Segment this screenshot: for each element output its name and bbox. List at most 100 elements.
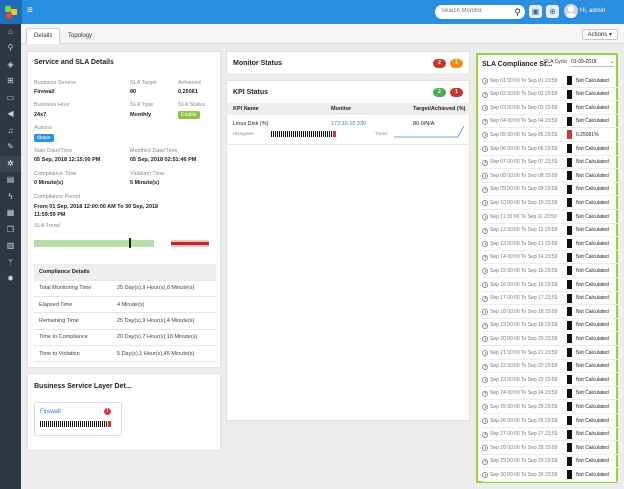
sla-day-status: Not Calculated <box>576 349 609 356</box>
topology-icon[interactable]: ⊞ <box>0 73 21 89</box>
sla-day-row[interactable]: Sep 21 00:00 To Sep 21 23:59 Not Calculat… <box>482 346 618 360</box>
compliance-details-header: Compliance Details <box>34 264 216 281</box>
tools-icon[interactable]: ✎ <box>0 139 21 155</box>
briefcase-icon[interactable]: ▣ <box>529 5 542 18</box>
sla-day-row[interactable]: Sep 27 00:00 To Sep 27 23:59 Not Calculat… <box>482 428 618 442</box>
sla-compliance-panel: SLA Compliance St... SLA Cycle 01-09-201… <box>476 53 618 483</box>
calendar-icon[interactable]: ▦ <box>0 205 21 221</box>
bolt-icon[interactable]: ϟ <box>0 189 21 205</box>
monitor-count-critical[interactable]: 2 <box>433 59 446 68</box>
sla-day-row[interactable]: Sep 05 00:00 To Sep 05 23:59 0.25061% <box>482 128 618 142</box>
clock-icon <box>482 214 488 220</box>
sla-day-row[interactable]: Sep 03 00:00 To Sep 03 23:59 Not Calculat… <box>482 101 618 115</box>
sla-day-row[interactable]: Sep 26 00:00 To Sep 26 23:59 Not Calculat… <box>482 414 618 428</box>
sla-day-row[interactable]: Sep 15 00:00 To Sep 15 23:59 Not Calculat… <box>482 264 618 278</box>
compliance-time-value: 0 Minute(s) <box>34 180 64 186</box>
kpi-status-title: KPI Status <box>233 89 269 96</box>
document-icon[interactable]: ▥ <box>0 238 21 254</box>
bell-icon[interactable]: ♫ <box>0 123 21 139</box>
sla-day-period: Sep 13 00:00 To Sep 13 23:59 <box>490 240 558 247</box>
table-row: Time to Violation 5 Day(s),1 Hour(s),45 M… <box>34 345 216 363</box>
sla-day-row[interactable]: Sep 18 00:00 To Sep 18 23:59 Not Calculat… <box>482 305 618 319</box>
home-icon[interactable]: ⌂ <box>0 24 21 40</box>
sla-day-status-bar <box>567 144 572 153</box>
sla-day-row[interactable]: Sep 25 00:00 To Sep 25 23:59 Not Calculat… <box>482 400 618 414</box>
sla-day-status: 0.25061% <box>576 131 599 138</box>
tab-details[interactable]: Details <box>26 28 61 44</box>
sla-day-row[interactable]: Sep 06 00:00 To Sep 06 23:59 Not Calculat… <box>482 142 618 156</box>
sla-day-status: Not Calculated <box>576 104 609 111</box>
search-icon[interactable]: ⚲ <box>0 40 21 56</box>
desktop-icon[interactable]: ▭ <box>0 90 21 106</box>
sla-status-badge: Enable <box>178 111 200 119</box>
crosshair-icon[interactable]: ⊕ <box>546 5 559 18</box>
sla-day-row[interactable]: Sep 23 00:00 To Sep 23 23:59 Not Calculat… <box>482 373 618 387</box>
sla-day-row[interactable]: Sep 02 00:00 To Sep 02 23:59 Not Calculat… <box>482 88 618 102</box>
settings-icon[interactable]: ✹ <box>0 271 21 287</box>
sla-day-status: Not Calculated <box>576 267 609 274</box>
kpi-monitor-link[interactable]: 172.16.10.230 <box>331 121 366 127</box>
sla-day-row[interactable]: Sep 29 00:00 To Sep 29 23:59 Not Calculat… <box>482 455 618 469</box>
sla-day-row[interactable]: Sep 09 00:00 To Sep 09 23:59 Not Calculat… <box>482 183 618 197</box>
search-icon[interactable]: ⚲ <box>514 7 521 17</box>
sla-day-row[interactable]: Sep 11 00:00 To Sep 11 23:59 Not Calculat… <box>482 210 618 224</box>
tab-topology[interactable]: Topology <box>60 28 100 44</box>
user-greeting[interactable]: Hi, admin <box>580 8 605 14</box>
sla-day-row[interactable]: Sep 30 00:00 To Sep 30 23:59 Not Calculat… <box>482 468 618 482</box>
sla-day-status: Not Calculated <box>576 295 609 302</box>
avatar[interactable] <box>564 4 578 18</box>
search-input[interactable] <box>441 8 507 14</box>
sla-day-status-bar <box>567 212 572 221</box>
sla-day-row[interactable]: Sep 17 00:00 To Sep 17 23:59 Not Calculat… <box>482 292 618 306</box>
business-hour-value: 24x7 <box>34 112 47 118</box>
sla-day-row[interactable]: Sep 01 00:00 To Sep 01 23:59 Not Calculat… <box>482 74 618 88</box>
clock-icon <box>482 118 488 125</box>
clock-icon <box>482 390 488 397</box>
sla-day-row[interactable]: Sep 19 00:00 To Sep 19 23:59 Not Calculat… <box>482 319 618 333</box>
sla-day-status-bar <box>567 388 572 398</box>
megaphone-icon[interactable]: ◀ <box>0 106 21 122</box>
chevron-down-icon: ⌄ <box>609 59 614 65</box>
copy-icon[interactable]: ❐ <box>0 222 21 238</box>
sla-day-row[interactable]: Sep 14 00:00 To Sep 14 23:59 Not Calculat… <box>482 251 618 265</box>
monitor-icon[interactable]: ◈ <box>0 57 21 73</box>
layer-card-name[interactable]: Firewall <box>40 409 61 415</box>
report-icon[interactable]: ▤ <box>0 172 21 188</box>
kpi-count-critical[interactable]: 1 <box>450 88 463 97</box>
sla-day-row[interactable]: Sep 04 00:00 To Sep 04 23:59 Not Calculat… <box>482 115 618 129</box>
sla-day-row[interactable]: Sep 12 00:00 To Sep 12 23:59 Not Calculat… <box>482 224 618 238</box>
sla-day-row[interactable]: Sep 20 00:00 To Sep 20 23:59 Not Calculat… <box>482 332 618 346</box>
compliance-period-value: From 01 Sep, 2018 12:00:00 AM To 30 Sep,… <box>34 204 159 218</box>
actions-badge[interactable]: dbase <box>34 134 54 142</box>
hamburger-menu-icon[interactable]: ≡ <box>27 6 35 16</box>
sla-day-row[interactable]: Sep 28 00:00 To Sep 28 23:59 Not Calculat… <box>482 441 618 455</box>
sla-day-period: Sep 25 00:00 To Sep 25 23:59 <box>490 403 558 410</box>
clock-icon <box>482 173 488 180</box>
sla-day-status: Not Calculated <box>576 118 609 125</box>
sla-day-row[interactable]: Sep 13 00:00 To Sep 13 23:59 Not Calculat… <box>482 237 618 251</box>
sla-day-period: Sep 09 00:00 To Sep 09 23:59 <box>490 186 558 193</box>
monitor-count-warning[interactable]: 1 <box>450 59 463 68</box>
kpi-count-ok[interactable]: 2 <box>433 88 446 97</box>
sla-day-row[interactable]: Sep 22 00:00 To Sep 22 23:59 Not Calculat… <box>482 360 618 374</box>
sla-day-row[interactable]: Sep 16 00:00 To Sep 16 23:59 Not Calculat… <box>482 278 618 292</box>
sla-day-period: Sep 07 00:00 To Sep 07 23:59 <box>490 159 558 166</box>
tabs-bar: Details Topology Actions ▾ <box>21 24 624 44</box>
actions-label: Actions <box>34 125 53 131</box>
sla-day-status-bar <box>567 157 572 167</box>
clock-icon <box>482 431 488 438</box>
gears-icon[interactable]: ✲ <box>0 156 21 172</box>
sla-target-value: 80 <box>130 89 137 95</box>
actions-dropdown[interactable]: Actions ▾ <box>581 29 618 40</box>
app-logo[interactable] <box>0 0 22 24</box>
sla-compliance-title: SLA Compliance St... <box>482 61 553 68</box>
sla-cycle-select[interactable]: 01-09-2018 ⌄ <box>571 58 614 67</box>
sla-day-status-bar <box>567 320 572 330</box>
sla-day-row[interactable]: Sep 07 00:00 To Sep 07 23:59 Not Calculat… <box>482 156 618 170</box>
branch-icon[interactable]: ᛘ <box>0 255 21 271</box>
sla-day-row[interactable]: Sep 10 00:00 To Sep 10 23:59 Not Calculat… <box>482 196 618 210</box>
sla-day-row[interactable]: Sep 08 00:00 To Sep 08 23:59 Not Calculat… <box>482 169 618 183</box>
sla-day-row[interactable]: Sep 24 00:00 To Sep 24 23:59 Not Calculat… <box>482 387 618 401</box>
sla-day-period: Sep 01 00:00 To Sep 01 23:59 <box>490 77 558 84</box>
layer-card-firewall[interactable]: Firewall ! <box>34 402 122 436</box>
